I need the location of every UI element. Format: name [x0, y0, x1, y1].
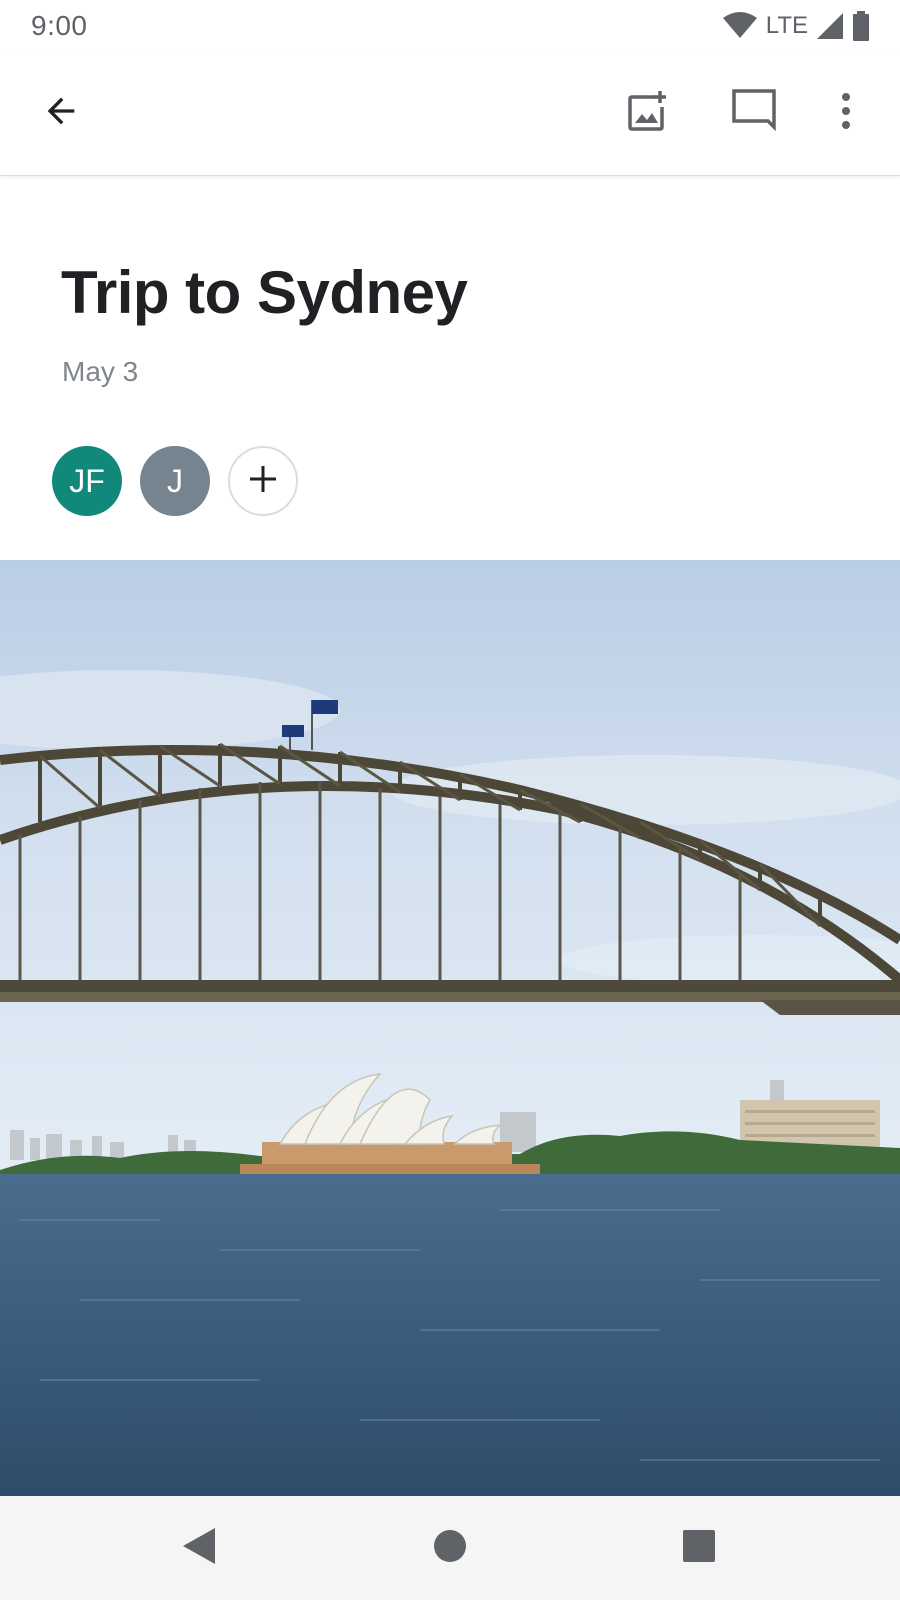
comment-icon [731, 88, 777, 139]
avatar-initials: J [167, 462, 183, 499]
more-vert-icon [840, 91, 852, 136]
nav-back-button[interactable] [167, 1516, 231, 1580]
avatar[interactable]: JF [52, 446, 122, 516]
avatar-initials: JF [69, 462, 105, 499]
status-bar: 9:00 LTE [0, 0, 900, 52]
plus-icon [248, 464, 278, 499]
system-nav-bar [0, 1496, 900, 1600]
status-icons: LTE [722, 11, 870, 41]
status-time: 9:00 [31, 10, 88, 41]
album-date: May 3 [62, 356, 139, 387]
nav-home-icon [433, 1529, 467, 1568]
add-photo-icon [626, 89, 670, 138]
harbour-bridge-and-opera-house-photo[interactable] [0, 560, 900, 1496]
nav-home-button[interactable] [418, 1516, 482, 1580]
album-title[interactable]: Trip to Sydney [61, 258, 468, 327]
comment-button[interactable] [722, 81, 786, 145]
cell-signal-icon [816, 12, 844, 40]
nav-recents-button[interactable] [667, 1516, 731, 1580]
add-collaborator-button[interactable] [228, 446, 298, 516]
battery-icon [852, 11, 870, 41]
back-button[interactable] [29, 81, 93, 145]
wifi-icon [722, 12, 758, 40]
more-options-button[interactable] [814, 81, 878, 145]
network-type: LTE [765, 12, 808, 39]
nav-recents-icon [682, 1529, 716, 1568]
avatar[interactable]: J [140, 446, 210, 516]
arrow-back-icon [41, 91, 81, 136]
add-photos-button[interactable] [616, 81, 680, 145]
app-bar [0, 52, 900, 176]
nav-back-icon [181, 1526, 217, 1571]
